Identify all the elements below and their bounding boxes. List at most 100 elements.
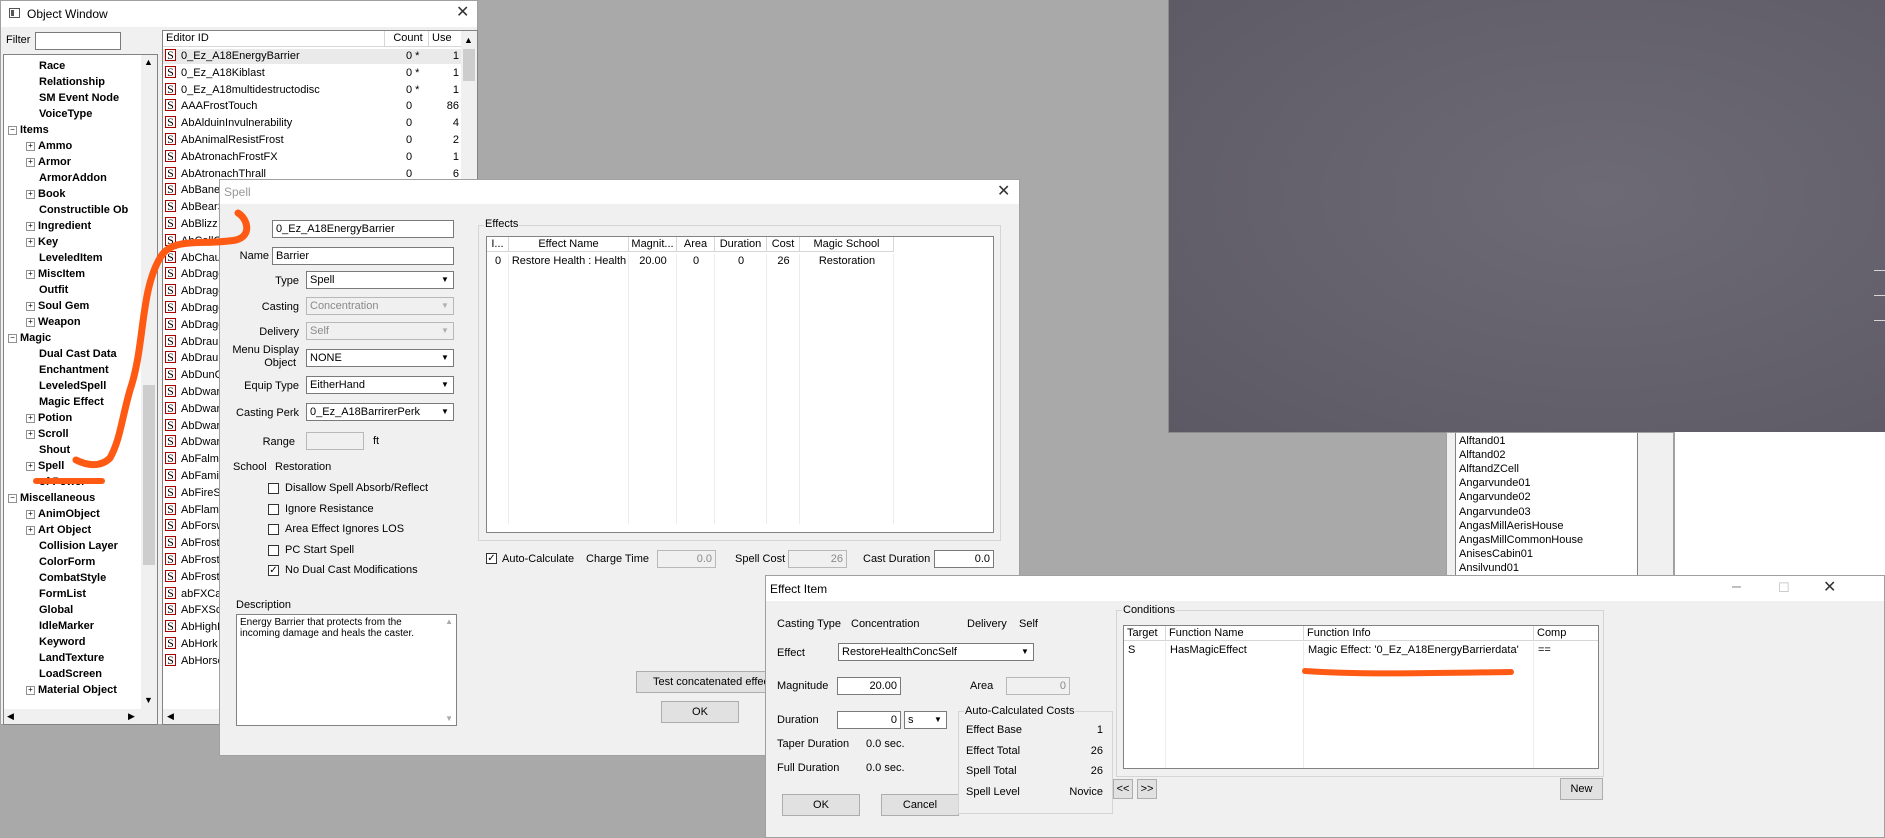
effects-col-header[interactable]: Magic School — [800, 237, 894, 252]
tree-item[interactable]: + Spell — [26, 460, 64, 473]
tree-item[interactable]: + AnimObject — [26, 508, 100, 521]
list-item[interactable]: S AbAnimalResistFrost 0 2 — [163, 133, 461, 148]
effects-col-header[interactable]: Area — [677, 237, 715, 252]
scroll-up-icon[interactable]: ▲ — [144, 57, 153, 67]
collapse-icon[interactable]: − — [8, 334, 17, 343]
magnitude-input[interactable]: 20.00 — [837, 677, 901, 695]
spell-flag-checkbox[interactable]: ✓ — [268, 565, 279, 576]
tree-item[interactable]: Shout — [39, 444, 70, 457]
charge-time-input[interactable]: 0.0 — [657, 550, 716, 568]
delivery-dropdown[interactable]: Self ▼ — [306, 322, 454, 340]
casting-perk-dropdown[interactable]: 0_Ez_A18BarrirerPerk ▼ — [306, 403, 454, 421]
cell-list-item[interactable]: AlftandZCell — [1459, 463, 1519, 475]
conditions-col-header[interactable]: Target — [1124, 626, 1166, 641]
tree-item[interactable]: + Book — [26, 188, 66, 201]
tree-item[interactable]: − Magic — [8, 332, 51, 345]
tree-item[interactable]: Keyword — [39, 636, 85, 649]
expand-icon[interactable]: + — [26, 462, 35, 471]
tree-item[interactable]: SM Event Node — [39, 92, 119, 105]
effects-row[interactable]: 0 Restore Health : Health 20.00 0 0 26 Restora… — [487, 254, 993, 269]
tree-item[interactable]: FormList — [39, 588, 86, 601]
scroll-down-icon[interactable]: ▼ — [144, 695, 153, 705]
tree-item[interactable]: IdleMarker — [39, 620, 94, 633]
category-tree[interactable]: Race Relationship SM Event Node VoiceType − I… — [3, 54, 158, 725]
spell-flag-checkbox[interactable] — [268, 483, 279, 494]
list-item[interactable]: S AbAtronachFrostFX 0 1 — [163, 149, 461, 165]
effects-col-header[interactable]: Magnit... — [629, 237, 677, 252]
tree-item[interactable]: Race — [39, 60, 65, 73]
scroll-down-icon[interactable]: ▼ — [445, 714, 453, 723]
col-header-use[interactable]: Use — [429, 31, 462, 47]
cell-list-item[interactable]: Angarvunde03 — [1459, 506, 1531, 518]
area-input[interactable]: 0 — [1006, 677, 1070, 695]
condition-row[interactable]: S HasMagicEffect Magic Effect: '0_Ez_A18En… — [1124, 643, 1598, 658]
tree-item[interactable]: + Soul Gem — [26, 300, 89, 313]
scroll-right-icon[interactable]: ▶ — [128, 711, 135, 722]
tree-item[interactable]: ColorForm — [39, 556, 95, 569]
range-input[interactable] — [306, 432, 364, 450]
conditions-col-header[interactable]: Function Name — [1166, 626, 1304, 641]
effects-col-header[interactable]: Cost — [767, 237, 800, 252]
cell-list-item[interactable]: AnisesCabin01 — [1459, 548, 1533, 560]
tree-item[interactable]: + Weapon — [26, 316, 81, 329]
effects-col-header[interactable]: I... — [487, 237, 509, 252]
close-icon[interactable]: ✕ — [1823, 580, 1836, 596]
cell-list-item[interactable]: Ansilvund01 — [1459, 562, 1519, 574]
cell-list-item[interactable]: AngasMillCommonHouse — [1459, 534, 1583, 546]
description-textarea[interactable]: Energy Barrier that protects from the in… — [236, 614, 457, 726]
list-item[interactable]: S AAAFrostTouch 0 86 — [163, 99, 461, 114]
tree-item[interactable]: LeveledSpell — [39, 380, 106, 393]
expand-icon[interactable]: + — [26, 222, 35, 231]
tree-item[interactable]: + Ammo — [26, 140, 72, 153]
test-concatenated-effects-button[interactable]: Test concatenated effec — [636, 671, 776, 693]
expand-icon[interactable]: + — [26, 190, 35, 199]
list-item[interactable]: S 0_Ez_A18Kiblast 0 * 1 — [163, 65, 461, 81]
tree-item[interactable]: + MiscItem — [26, 268, 85, 281]
effect-ok-button[interactable]: OK — [782, 794, 860, 816]
spell-flag-checkbox[interactable] — [268, 544, 279, 556]
col-header-editor-id[interactable]: Editor ID — [163, 31, 385, 47]
expand-icon[interactable]: + — [26, 430, 35, 439]
effects-table[interactable]: I... Effect Name Magnit... Area Duration Cost… — [486, 236, 994, 533]
cell-list-item[interactable]: Alftand01 — [1459, 435, 1505, 447]
expand-icon[interactable]: + — [26, 510, 35, 519]
cell-list-item[interactable]: AngasMillAerisHouse — [1459, 520, 1564, 532]
tree-item[interactable]: VoiceType — [39, 108, 92, 121]
tree-item[interactable]: LeveledItem — [39, 252, 103, 265]
tree-hscrollbar[interactable]: ◀ ▶ — [4, 709, 157, 724]
cell-list-item[interactable]: Angarvunde02 — [1459, 491, 1531, 503]
collapse-icon[interactable]: − — [8, 494, 17, 503]
tree-item[interactable]: Global — [39, 604, 73, 617]
tree-item[interactable]: LoadScreen — [39, 668, 102, 681]
tree-item[interactable]: + Potion — [26, 412, 72, 425]
equip-type-dropdown[interactable]: EitherHand ▼ — [306, 376, 454, 394]
effects-col-header[interactable]: Duration — [715, 237, 767, 252]
spell-cost-input[interactable]: 26 — [788, 550, 847, 568]
expand-icon[interactable]: + — [26, 142, 35, 151]
new-condition-button[interactable]: New — [1560, 778, 1603, 800]
cast-duration-input[interactable]: 0.0 — [934, 550, 994, 568]
scroll-left-icon[interactable]: ◀ — [167, 711, 174, 722]
tree-item[interactable]: Dual Cast Data — [39, 348, 117, 361]
expand-icon[interactable]: + — [26, 238, 35, 247]
close-icon[interactable]: ✕ — [997, 184, 1010, 200]
spell-ok-button[interactable]: OK — [661, 701, 739, 723]
conditions-table[interactable]: TargetFunction NameFunction InfoCompValu… — [1123, 625, 1599, 769]
tree-item[interactable]: − Miscellaneous — [8, 492, 95, 505]
expand-icon[interactable]: + — [26, 414, 35, 423]
tree-item[interactable]: + Art Object — [26, 524, 91, 537]
minimize-icon[interactable]: – — [1732, 579, 1741, 595]
menu-display-dropdown[interactable]: NONE ▼ — [306, 349, 454, 367]
tree-item[interactable]: + Armor — [26, 156, 71, 169]
expand-icon[interactable]: + — [26, 270, 35, 279]
tree-scroll-thumb[interactable] — [143, 385, 155, 565]
prev-condition-button[interactable]: << — [1113, 779, 1133, 799]
filter-input[interactable] — [35, 32, 121, 50]
tree-item[interactable]: LandTexture — [39, 652, 104, 665]
conditions-col-header[interactable]: Comp — [1534, 626, 1598, 641]
list-scroll-thumb[interactable] — [463, 49, 475, 81]
scroll-left-icon[interactable]: ◀ — [7, 711, 14, 722]
tree-item[interactable]: + Ingredient — [26, 220, 91, 233]
cell-list-item[interactable]: Angarvunde01 — [1459, 477, 1531, 489]
tree-item[interactable]: ArmorAddon — [39, 172, 107, 185]
